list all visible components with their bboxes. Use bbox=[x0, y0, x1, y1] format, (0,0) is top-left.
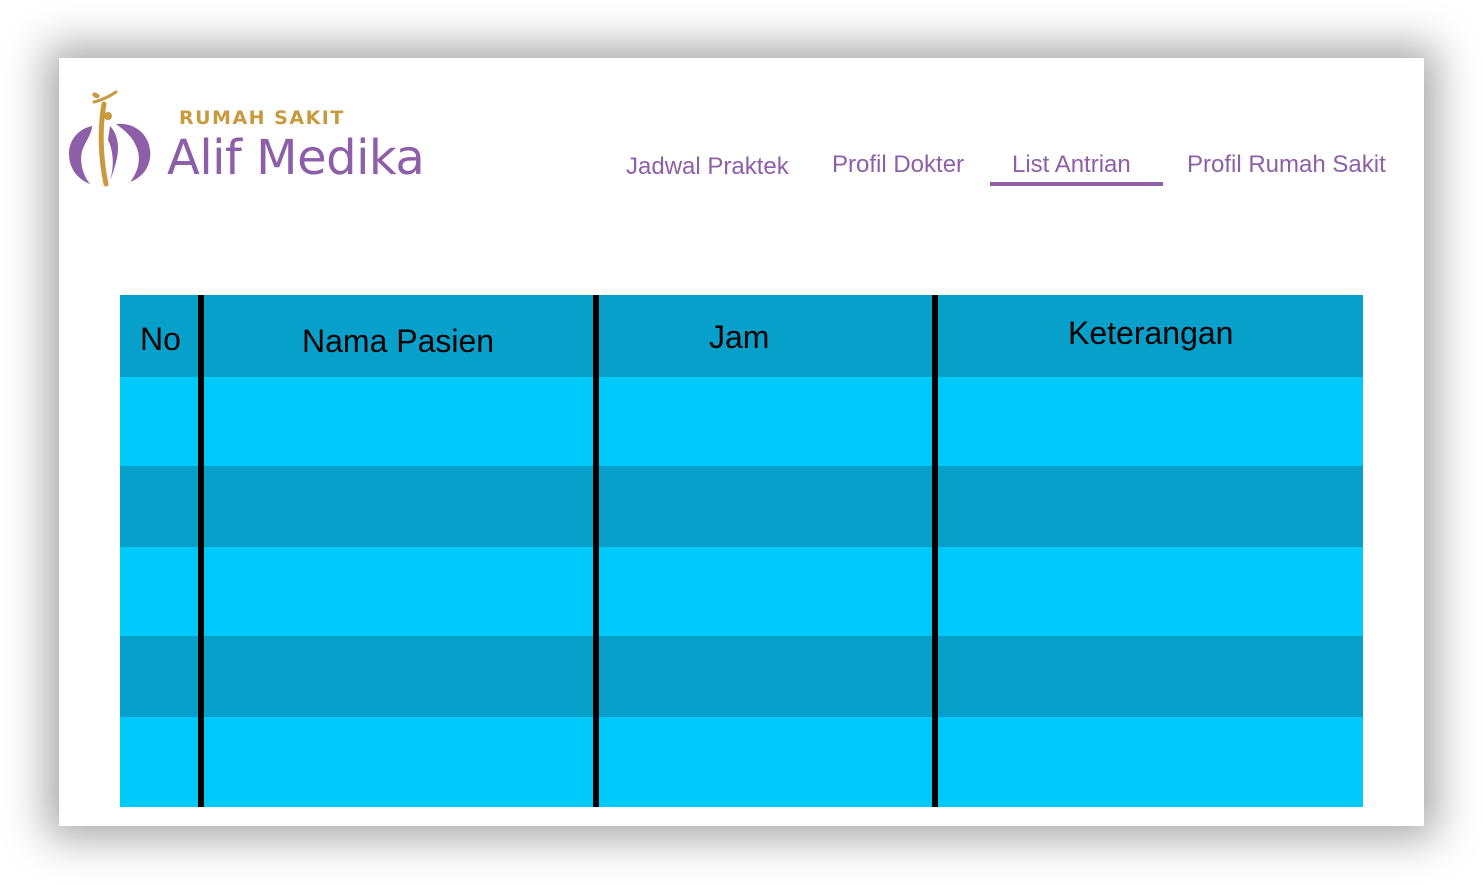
logo-subtitle: RUMAH SAKIT bbox=[179, 107, 345, 129]
table-row bbox=[120, 466, 1363, 547]
active-tab-underline bbox=[990, 182, 1163, 186]
header-jam: Jam bbox=[709, 319, 770, 355]
nav-profil-dokter[interactable]: Profil Dokter bbox=[832, 151, 964, 179]
table-row bbox=[120, 377, 1363, 466]
logo-title: Alif Medika bbox=[167, 130, 425, 186]
header-no: No bbox=[140, 321, 181, 357]
table-row bbox=[120, 636, 1363, 717]
hospital-logo[interactable]: RUMAH SAKIT Alif Medika bbox=[64, 86, 444, 191]
nav-profil-rumah-sakit[interactable]: Profil Rumah Sakit bbox=[1187, 151, 1386, 179]
nav-list-antrian[interactable]: List Antrian bbox=[1012, 151, 1131, 179]
column-divider bbox=[198, 295, 204, 807]
column-divider bbox=[593, 295, 599, 807]
alif-medika-logo-icon bbox=[68, 90, 151, 187]
column-divider bbox=[932, 295, 938, 807]
table-row bbox=[120, 547, 1363, 636]
table-row bbox=[120, 717, 1363, 807]
page-card: RUMAH SAKIT Alif Medika Jadwal Praktek P… bbox=[59, 58, 1424, 826]
patient-queue-table: No Nama Pasien Jam Keterangan bbox=[120, 295, 1363, 807]
header-keterangan: Keterangan bbox=[1068, 315, 1234, 351]
header-nama-pasien: Nama Pasien bbox=[302, 323, 495, 359]
nav-jadwal-praktek[interactable]: Jadwal Praktek bbox=[626, 153, 789, 181]
